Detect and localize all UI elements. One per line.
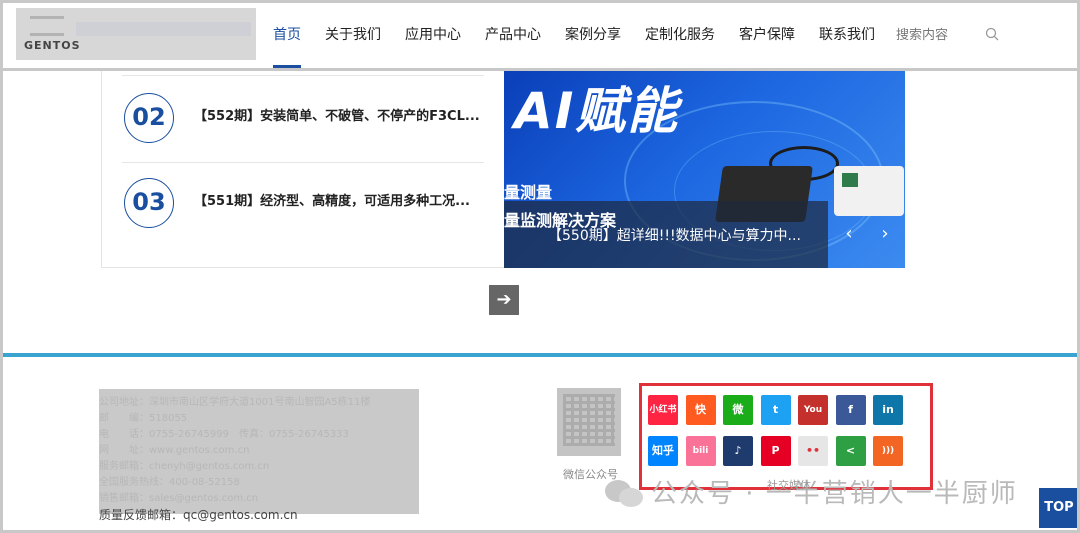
kuaishou-icon[interactable]: 快	[685, 395, 716, 425]
article-title[interactable]: 【552期】安装简单、不破管、不停产的F3CL...	[194, 105, 484, 124]
article-list: 02 【552期】安装简单、不破管、不停产的F3CL... 03 【551期】经…	[101, 71, 504, 268]
contact-line: 销售邮箱：sales@gentos.com.cn	[99, 493, 259, 504]
tiktok-icon[interactable]: ♪	[723, 436, 753, 466]
contact-line: 全国服务热线：400-08-52158	[99, 477, 240, 488]
nav-item[interactable]: 首页	[261, 3, 313, 68]
search-icon[interactable]	[985, 27, 999, 41]
logo-text: GENTOS	[24, 39, 81, 52]
banner-caption[interactable]: 【550期】超详细!!!数据中心与算力中...	[548, 225, 801, 245]
nav-item[interactable]: 案例分享	[553, 3, 633, 68]
contact-line: 服务邮箱：chenyh@gentos.com.cn	[99, 461, 270, 472]
contact-line: 电 话：0755-26745999 传真：0755-26745333	[99, 429, 349, 440]
share-icon[interactable]: <	[835, 436, 866, 466]
logo[interactable]: GENTOS	[16, 8, 256, 60]
banner-prev-button[interactable]: ‹	[842, 225, 856, 243]
search-input[interactable]: 搜索内容	[896, 3, 948, 68]
qr-pattern	[563, 394, 615, 446]
flickr-icon[interactable]: ••	[798, 436, 828, 466]
main-nav: 首页 关于我们 应用中心 产品中心 案例分享 定制化服务 客户保障 联系我们	[261, 3, 887, 68]
nav-item[interactable]: 联系我们	[807, 3, 887, 68]
list-item[interactable]: 02 【552期】安装简单、不破管、不停产的F3CL...	[122, 79, 484, 163]
contact-info: 公司地址：深圳市南山区学府大道1001号南山智园A5栋11楼邮 编：518055…	[99, 389, 419, 514]
wechat-icon[interactable]: 微	[723, 395, 753, 425]
footer-divider	[3, 353, 1077, 357]
twitter-icon[interactable]: t	[760, 395, 791, 425]
divider	[122, 75, 484, 76]
site-header: GENTOS 首页 关于我们 应用中心 产品中心 案例分享 定制化服务 客户保障 联系我们 搜…	[3, 3, 1077, 71]
quality-feedback-email: 质量反馈邮箱：qc@gentos.com.cn	[99, 508, 298, 522]
nav-item[interactable]: 产品中心	[473, 3, 553, 68]
linkedin-icon[interactable]: in	[873, 395, 903, 425]
nav-item[interactable]: 应用中心	[393, 3, 473, 68]
watermark-text: 公众号 · 一半营销人一半厨师	[651, 479, 1018, 509]
youtube-icon[interactable]: You	[798, 395, 828, 425]
rss-icon[interactable]: )))	[873, 436, 903, 466]
article-number: 03	[124, 178, 174, 228]
page-frame: GENTOS 首页 关于我们 应用中心 产品中心 案例分享 定制化服务 客户保障 联系我们 搜…	[0, 0, 1080, 533]
contact-line: 网 址：www.gentos.com.cn	[99, 445, 250, 456]
bilibili-icon[interactable]: bili	[685, 436, 716, 466]
meter-screen	[842, 173, 858, 187]
facebook-icon[interactable]: f	[835, 395, 866, 425]
social-label: 社交媒体	[767, 479, 811, 492]
article-title[interactable]: 【551期】经济型、高精度，可适用多种工况...	[194, 190, 484, 209]
zhihu-icon[interactable]: 知乎	[648, 436, 678, 466]
article-number: 02	[124, 93, 174, 143]
list-item[interactable]: 03 【551期】经济型、高精度，可适用多种工况...	[122, 164, 484, 248]
banner-headline: AI赋能	[514, 82, 680, 140]
wechat-watermark-icon	[603, 476, 645, 508]
next-page-button[interactable]: ➔	[489, 285, 519, 315]
xiaohongshu-icon[interactable]: 小红书	[648, 395, 678, 425]
wechat-qr-code	[557, 388, 621, 456]
nav-item[interactable]: 客户保障	[727, 3, 807, 68]
pinterest-icon[interactable]: P	[760, 436, 791, 466]
nav-item[interactable]: 关于我们	[313, 3, 393, 68]
contact-line: 公司地址：深圳市南山区学府大道1001号南山智园A5栋11楼	[99, 397, 371, 408]
featured-banner[interactable]: AI赋能 量测量 量监测解决方案 【550期】超详细!!!数据中心与算力中...…	[504, 71, 905, 268]
back-to-top-button[interactable]: TOP	[1039, 488, 1077, 528]
contact-line: 邮 编：518055	[99, 413, 188, 424]
banner-next-button[interactable]: ›	[878, 225, 892, 243]
company-name-blurred	[76, 22, 251, 36]
banner-subtitle: 量测量	[504, 183, 553, 202]
logo-mark	[30, 16, 64, 36]
nav-item[interactable]: 定制化服务	[633, 3, 727, 68]
